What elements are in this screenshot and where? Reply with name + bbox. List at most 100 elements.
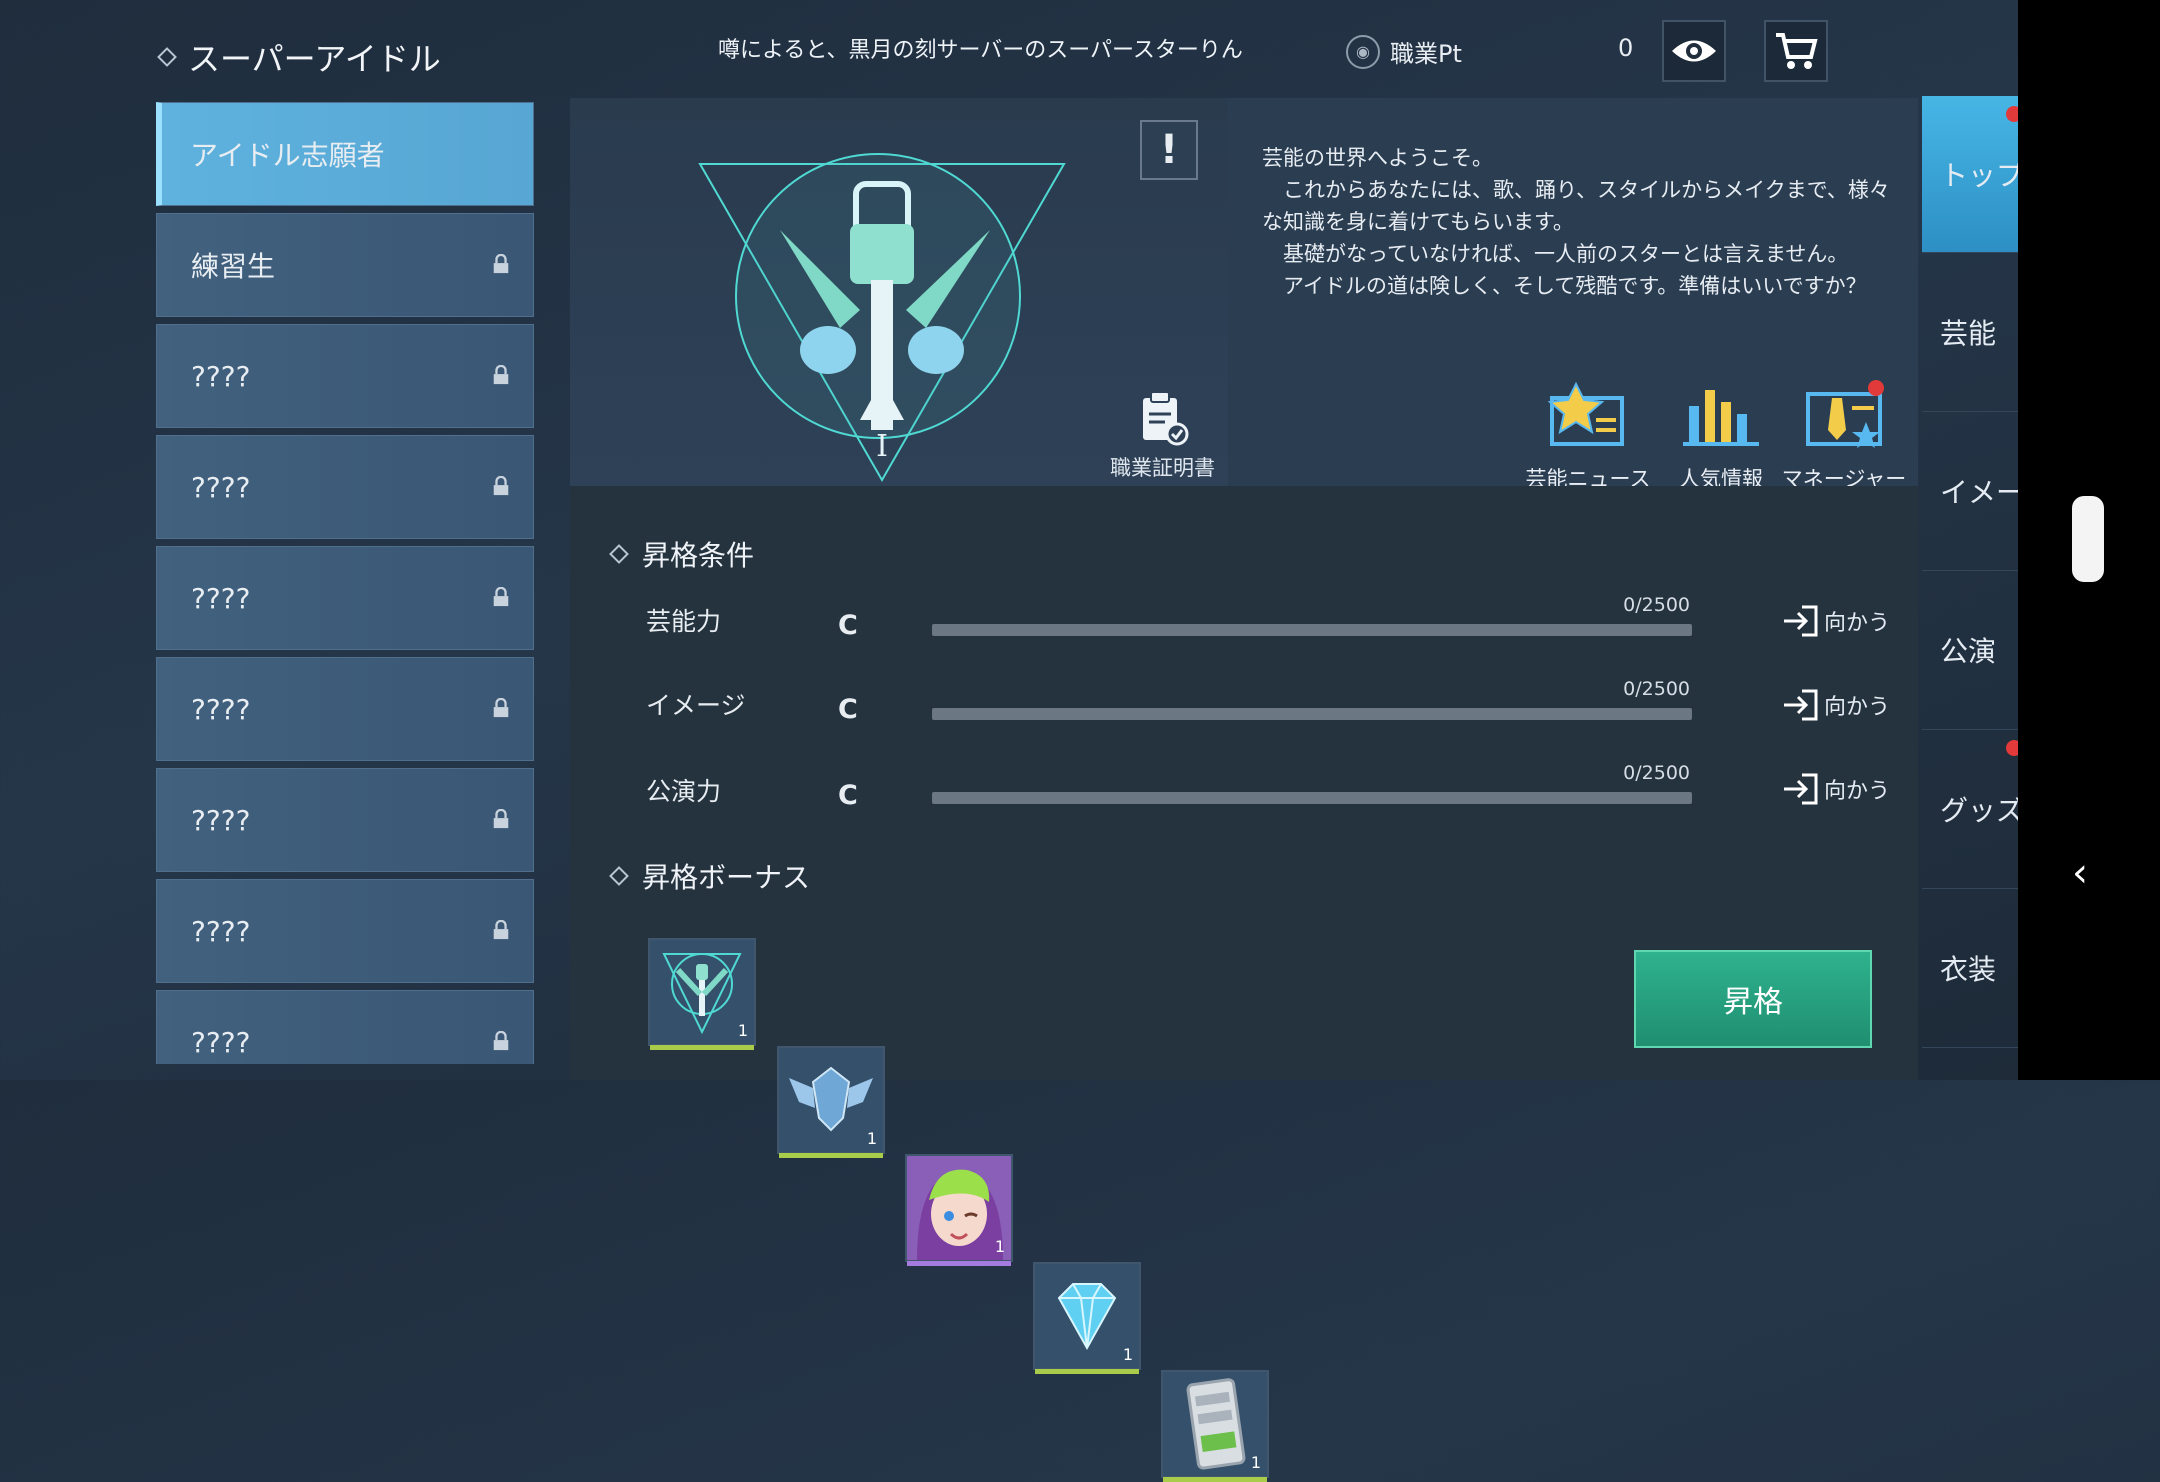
tab-label: 公演: [1940, 635, 1997, 668]
bonus-item-emblem[interactable]: 1: [648, 938, 756, 1050]
job-item-unknown[interactable]: ????: [156, 657, 534, 761]
shop-button[interactable]: [1764, 20, 1828, 82]
job-item-unknown[interactable]: ????: [156, 435, 534, 539]
tab-entertainment[interactable]: 芸能: [1922, 253, 2018, 412]
job-item-label: ????: [191, 692, 251, 726]
job-description: 芸能の世界へようこそ。 これからあなたには、歌、踊り、スタイルからメイクまで、様…: [1262, 146, 1890, 298]
lock-icon: [493, 254, 509, 274]
lock-icon: [493, 809, 509, 829]
bonus-qty: 1: [1250, 1453, 1261, 1472]
lock-icon: [493, 587, 509, 607]
exclamation-icon: !: [1159, 127, 1179, 173]
bonus-item-phone[interactable]: 1: [1161, 1370, 1269, 1482]
back-arrow-icon[interactable]: ‹: [2072, 850, 2088, 896]
manager-button[interactable]: マネージャー: [1776, 380, 1912, 493]
bonus-item-diamond[interactable]: 1: [1033, 1262, 1141, 1374]
job-item-label: 練習生: [191, 250, 276, 283]
popularity-chart-icon: [1683, 390, 1759, 446]
bonus-qty: 1: [994, 1237, 1005, 1256]
tab-label: 衣装: [1940, 953, 1997, 986]
condition-label: 芸能力: [646, 607, 722, 636]
lock-icon: [493, 698, 509, 718]
tab-label: 芸能: [1940, 317, 1997, 350]
certificate-button[interactable]: 職業証明書: [1110, 390, 1215, 482]
condition-progress-text: 0/2500: [1623, 678, 1690, 700]
lock-icon: [493, 476, 509, 496]
info-button[interactable]: !: [1140, 120, 1198, 180]
bonus-qty: 1: [1122, 1345, 1133, 1364]
diamond-bullet-icon: [157, 47, 177, 67]
diamond-bullet-icon: [609, 866, 629, 886]
job-item-aspirant[interactable]: アイドル志願者: [156, 102, 534, 206]
job-list: アイドル志願者 練習生 ???? ???? ???? ???? ???? ???…: [156, 102, 534, 1064]
emblem-numeral: I: [876, 429, 888, 464]
goto-button[interactable]: 向かう: [1782, 772, 1890, 806]
job-points-value: 0: [1618, 34, 1634, 62]
tab-label: トップ: [1940, 159, 2018, 192]
eye-icon: [1672, 40, 1716, 62]
lock-icon: [493, 365, 509, 385]
goto-label: 向かう: [1824, 779, 1891, 804]
condition-progress-bar: [932, 624, 1692, 636]
tab-performance[interactable]: 公演: [1922, 571, 2018, 730]
job-item-label: ????: [191, 803, 251, 837]
category-tabs: トップ 芸能 イメージ 公演 グッズ 衣装: [1922, 96, 2018, 1048]
lock-icon: [493, 1031, 509, 1051]
diamond-bullet-icon: [609, 544, 629, 564]
page-title: スーパーアイドル: [188, 40, 441, 78]
tab-image[interactable]: イメージ: [1922, 412, 2018, 571]
job-item-label: ????: [191, 914, 251, 948]
view-button[interactable]: [1662, 20, 1726, 82]
job-item-unknown[interactable]: ????: [156, 768, 534, 872]
rarity-bar: [650, 1045, 754, 1050]
tab-costume[interactable]: 衣装: [1922, 889, 2018, 1048]
certificate-icon: [1142, 391, 1188, 446]
goto-label: 向かう: [1824, 611, 1891, 636]
condition-label: イメージ: [646, 691, 746, 720]
enter-icon: [1784, 773, 1818, 805]
job-points-icon: ◉: [1346, 34, 1380, 69]
goto-button[interactable]: 向かう: [1782, 604, 1890, 638]
notification-dot: [2006, 740, 2018, 756]
tab-label: グッズ: [1940, 794, 2018, 827]
job-item-label: ????: [191, 581, 251, 615]
condition-progress-bar: [932, 708, 1692, 720]
rarity-bar: [779, 1153, 883, 1158]
nav-handle[interactable]: [2072, 496, 2104, 582]
job-item-label: ????: [191, 1025, 251, 1059]
goto-label: 向かう: [1824, 695, 1891, 720]
tab-top[interactable]: トップ: [1922, 96, 2018, 253]
news-ticker: 噂によると、黒月の刻サーバーのスーパースターりん: [718, 38, 1243, 63]
bonus-item-wing-crest[interactable]: 1: [777, 1046, 885, 1158]
tab-goods[interactable]: グッズ: [1922, 730, 2018, 889]
conditions-header: 昇格条件: [609, 534, 755, 574]
job-item-unknown[interactable]: ????: [156, 990, 534, 1064]
enter-icon: [1784, 605, 1818, 637]
job-points-label: 職業Pt: [1390, 40, 1462, 68]
tab-label: イメージ: [1940, 476, 2018, 509]
news-button[interactable]: 芸能ニュース: [1520, 380, 1656, 493]
job-item-trainee[interactable]: 練習生: [156, 213, 534, 317]
notification-dot: [2006, 106, 2018, 122]
rarity-bar: [1035, 1369, 1139, 1374]
news-icon: [1547, 381, 1624, 446]
bonus-title: 昇格ボーナス: [642, 861, 811, 894]
job-item-unknown[interactable]: ????: [156, 879, 534, 983]
cart-icon: [1776, 33, 1818, 69]
idol-emblem-icon: I: [698, 153, 1066, 483]
popularity-button[interactable]: 人気情報: [1666, 380, 1776, 493]
condition-progress-text: 0/2500: [1623, 762, 1690, 784]
bonus-header: 昇格ボーナス: [609, 856, 811, 896]
conditions-title: 昇格条件: [642, 539, 755, 572]
job-item-label: ????: [191, 359, 251, 393]
job-item-unknown[interactable]: ????: [156, 324, 534, 428]
promote-button[interactable]: 昇格: [1634, 950, 1872, 1048]
goto-button[interactable]: 向かう: [1782, 688, 1890, 722]
job-item-label: アイドル志願者: [190, 139, 385, 172]
certificate-label: 職業証明書: [1110, 456, 1215, 480]
condition-grade: C: [838, 610, 858, 641]
manager-icon: [1806, 380, 1884, 448]
job-points: ◉ 職業Pt: [1346, 34, 1462, 69]
bonus-item-idol-portrait[interactable]: 1: [905, 1154, 1013, 1266]
job-item-unknown[interactable]: ????: [156, 546, 534, 650]
